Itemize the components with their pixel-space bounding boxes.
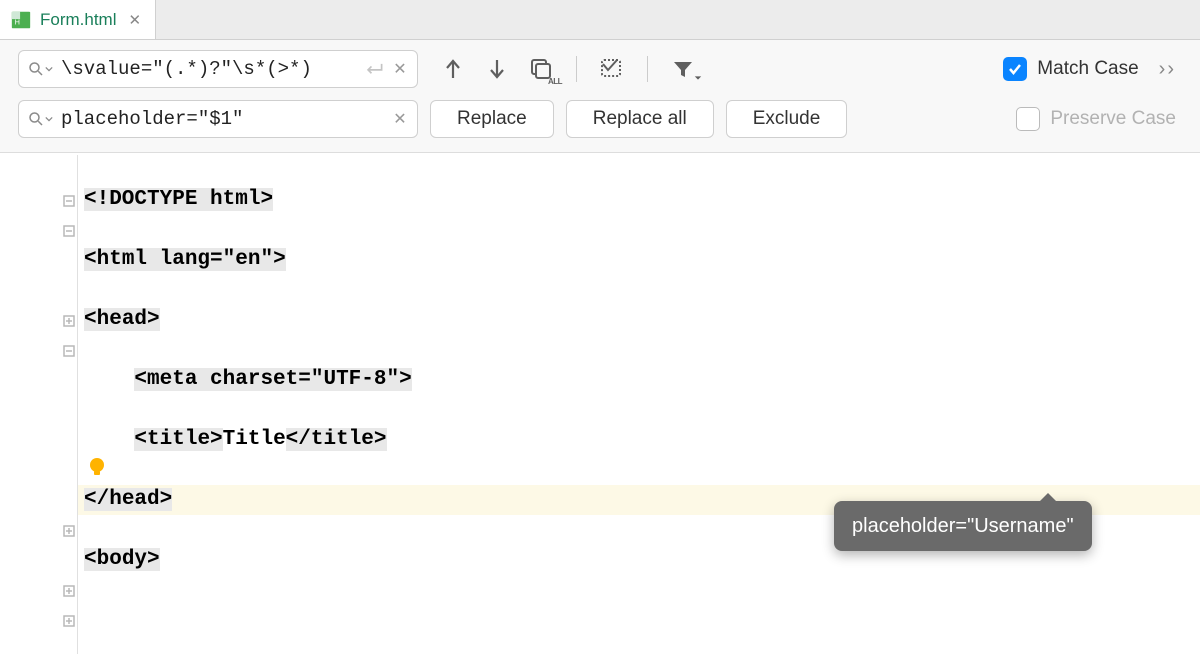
- fold-icon[interactable]: [62, 524, 76, 538]
- code-token: >: [399, 368, 412, 391]
- search-icon[interactable]: [27, 60, 53, 78]
- code-token: </: [286, 428, 311, 451]
- code-token: <: [134, 428, 147, 451]
- code-token: body: [97, 548, 147, 571]
- code-token: title: [311, 428, 374, 451]
- code-editor[interactable]: <!DOCTYPE html> <html lang="en"> <head> …: [0, 153, 1200, 654]
- svg-text:H: H: [15, 17, 20, 26]
- close-tab-icon[interactable]: ✕: [129, 11, 142, 29]
- gutter: [0, 155, 78, 654]
- code-token: meta: [147, 368, 210, 391]
- code-token: <: [84, 308, 97, 331]
- enter-hint-icon: [363, 60, 385, 78]
- code-token: >: [273, 248, 286, 271]
- code-token: "en": [223, 248, 273, 271]
- code-token: <: [84, 548, 97, 571]
- prev-match-icon[interactable]: [440, 56, 466, 82]
- code-token: <: [134, 368, 147, 391]
- code-token: =: [210, 248, 223, 271]
- fold-icon[interactable]: [62, 344, 76, 358]
- find-toolbar: ALL: [430, 56, 696, 82]
- match-case-label: Match Case: [1037, 58, 1138, 80]
- replace-preview-tooltip: placeholder="Username": [834, 501, 1092, 551]
- code-token: head: [97, 308, 147, 331]
- code-token: >: [160, 488, 173, 511]
- code-token: =: [298, 368, 311, 391]
- code-token: >: [147, 548, 160, 571]
- preserve-case-checkbox[interactable]: [1016, 107, 1040, 131]
- fold-icon[interactable]: [62, 614, 76, 628]
- intention-bulb-icon[interactable]: [86, 456, 108, 478]
- find-input[interactable]: [59, 57, 357, 81]
- find-input-wrap: ✕: [18, 50, 418, 88]
- exclude-button[interactable]: Exclude: [726, 100, 848, 138]
- code-token: html: [97, 248, 160, 271]
- add-selection-icon[interactable]: [599, 56, 625, 82]
- file-tab[interactable]: H Form.html ✕: [0, 0, 156, 39]
- code-area[interactable]: <!DOCTYPE html> <html lang="en"> <head> …: [78, 155, 1080, 654]
- fold-icon[interactable]: [62, 194, 76, 208]
- replace-button[interactable]: Replace: [430, 100, 554, 138]
- replace-search-icon[interactable]: [27, 110, 53, 128]
- fold-icon[interactable]: [62, 314, 76, 328]
- replace-all-button[interactable]: Replace all: [566, 100, 714, 138]
- tab-filename: Form.html: [40, 10, 117, 30]
- code-token: >: [147, 308, 160, 331]
- code-token: <: [84, 248, 97, 271]
- code-token: "UTF-8": [311, 368, 399, 391]
- clear-replace-icon[interactable]: ✕: [391, 109, 409, 129]
- match-case-checkbox[interactable]: [1003, 57, 1027, 81]
- html-file-icon: H: [10, 9, 32, 31]
- code-token: lang: [160, 248, 210, 271]
- next-match-icon[interactable]: [484, 56, 510, 82]
- code-token: >: [374, 428, 387, 451]
- fold-icon[interactable]: [62, 224, 76, 238]
- preserve-case-label: Preserve Case: [1050, 108, 1176, 130]
- replace-input[interactable]: [59, 107, 385, 131]
- code-token: html: [210, 188, 260, 211]
- code-token: >: [210, 428, 223, 451]
- code-token: charset: [210, 368, 298, 391]
- filter-icon[interactable]: [670, 56, 696, 82]
- select-all-icon[interactable]: ALL: [528, 56, 554, 82]
- code-token: head: [109, 488, 159, 511]
- code-token: >: [260, 188, 273, 211]
- replace-input-wrap: ✕: [18, 100, 418, 138]
- code-token: <!DOCTYPE: [84, 188, 210, 211]
- code-token: </: [84, 488, 109, 511]
- code-token: Title: [223, 428, 286, 451]
- code-token: title: [147, 428, 210, 451]
- tooltip-text: placeholder="Username": [852, 515, 1074, 537]
- clear-find-icon[interactable]: ✕: [391, 59, 409, 79]
- separator: [576, 56, 577, 82]
- separator: [647, 56, 648, 82]
- fold-icon[interactable]: [62, 584, 76, 598]
- find-replace-panel: ✕ ALL: [0, 40, 1200, 153]
- more-options-icon[interactable]: ››: [1159, 58, 1176, 81]
- tab-bar: H Form.html ✕: [0, 0, 1200, 40]
